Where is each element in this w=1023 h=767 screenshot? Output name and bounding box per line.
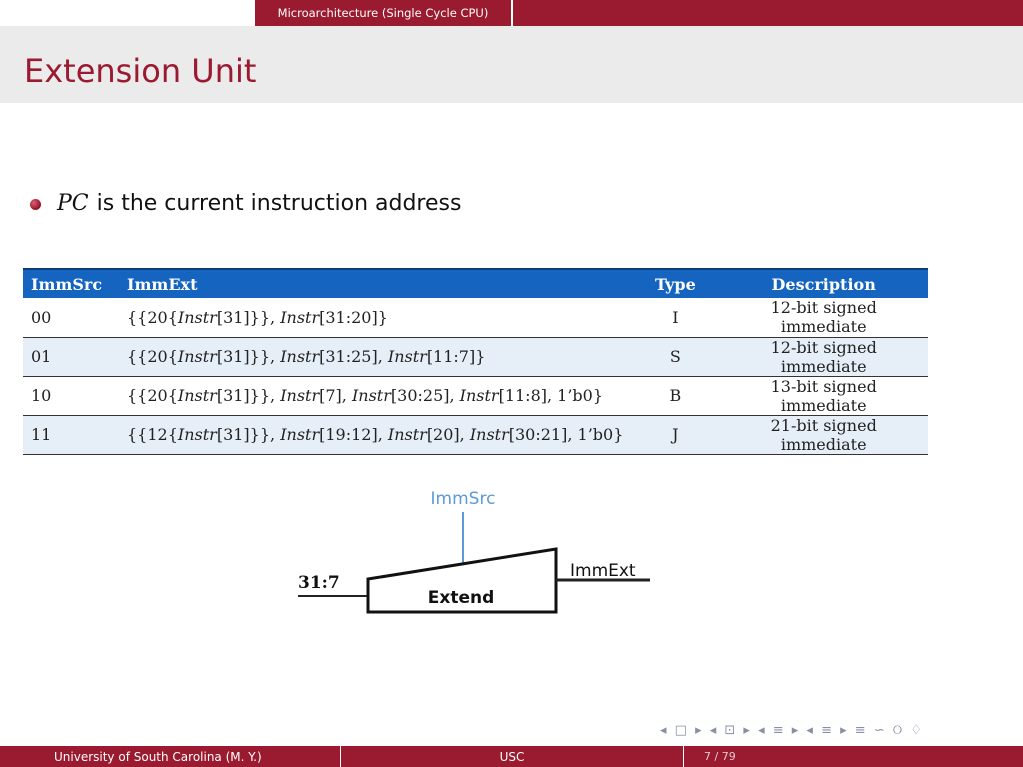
diagram-control-label: ImmSrc bbox=[431, 489, 496, 509]
frame-title-bar: Extension Unit bbox=[0, 26, 1023, 103]
diagram-input-label: 31:7 bbox=[298, 573, 340, 593]
cell-type: S bbox=[631, 337, 720, 377]
immext-segment: Instr bbox=[469, 425, 509, 444]
immext-segment: [30:25], bbox=[390, 386, 460, 405]
immext-segment: Instr bbox=[280, 347, 320, 366]
immext-segment: Instr bbox=[387, 347, 427, 366]
header-section-title[interactable]: Microarchitecture (Single Cycle CPU) bbox=[255, 0, 511, 26]
cell-description: 12-bit signed immediate bbox=[719, 298, 928, 338]
cell-immsrc: 11 bbox=[23, 415, 119, 455]
footer-institution[interactable]: USC bbox=[341, 746, 683, 767]
col-header-immext: ImmExt bbox=[119, 268, 632, 298]
beamer-navigation-icons[interactable]: ◂ □ ▸ ◂ ⊡ ▸ ◂ ≡ ▸ ◂ ≡ ▸ ≡ ∽ ୦ ♢ bbox=[660, 723, 924, 738]
table-row: 01 {{20{Instr[31]}}, Instr[31:25], Instr[… bbox=[23, 337, 928, 377]
immext-segment: [19:12], bbox=[319, 425, 388, 444]
immsrc-table: ImmSrc ImmExt Type Description 00 {{20{In… bbox=[23, 268, 928, 455]
immext-segment: Instr bbox=[387, 425, 427, 444]
immext-segment: Instr bbox=[351, 386, 391, 405]
immext-segment: [11:7]} bbox=[426, 347, 486, 366]
immext-segment: [31]}}, bbox=[216, 425, 281, 444]
immext-segment: [30:21], 1’b0} bbox=[508, 425, 624, 444]
col-header-immsrc: ImmSrc bbox=[23, 268, 119, 298]
immext-segment: [7], bbox=[319, 386, 352, 405]
header-right-blank bbox=[513, 0, 1023, 26]
immext-segment: Instr bbox=[280, 307, 320, 327]
cell-immsrc: 01 bbox=[23, 337, 119, 377]
cell-type: J bbox=[631, 415, 720, 455]
bullet-ball-icon bbox=[30, 199, 41, 210]
cell-immsrc: 00 bbox=[23, 298, 119, 338]
cell-immext: {{12{Instr[31]}}, Instr[19:12], Instr[20… bbox=[119, 415, 632, 455]
immext-segment: {{20{ bbox=[127, 347, 178, 366]
table-header-row: ImmSrc ImmExt Type Description bbox=[23, 268, 928, 298]
immext-segment: Instr bbox=[459, 386, 499, 405]
cell-type: B bbox=[631, 376, 720, 416]
cell-description: 13-bit signed immediate bbox=[719, 376, 928, 416]
col-header-description: Description bbox=[719, 268, 928, 298]
immext-segment: [11:8], 1’b0} bbox=[498, 386, 604, 405]
table-row: 00 {{20{Instr[31]}}, Instr[31:20]} I 12-bit… bbox=[23, 298, 928, 338]
cell-immext: {{20{Instr[31]}}, Instr[31:25], Instr[11… bbox=[119, 337, 632, 377]
bullet-text: is the current instruction address bbox=[96, 191, 462, 216]
immext-segment: Instr bbox=[177, 307, 217, 327]
diagram-output-label: ImmExt bbox=[570, 561, 636, 581]
immext-segment: [20], bbox=[426, 425, 470, 444]
cell-immsrc: 10 bbox=[23, 376, 119, 416]
col-header-type: Type bbox=[631, 268, 720, 298]
cell-immext: {{20{Instr[31]}}, Instr[31:20]} bbox=[119, 298, 632, 338]
table-row: 10 {{20{Instr[31]}}, Instr[7], Instr[30:2… bbox=[23, 376, 928, 416]
slide-title: Extension Unit bbox=[24, 52, 257, 90]
bullet-variable: PC bbox=[57, 191, 89, 216]
immext-segment: [31:25], bbox=[319, 347, 388, 366]
header-left-blank bbox=[0, 0, 255, 26]
cell-type: I bbox=[631, 298, 720, 338]
immext-segment: Instr bbox=[280, 425, 320, 444]
diagram-block-label: Extend bbox=[428, 588, 495, 608]
top-header-bar: Microarchitecture (Single Cycle CPU) bbox=[0, 0, 1023, 26]
bullet-item: PC is the current instruction address bbox=[30, 191, 461, 216]
immext-segment: [31]}}, bbox=[216, 307, 281, 327]
footer-page-number: 7 / 79 bbox=[684, 746, 1023, 767]
immext-segment: [31]}}, bbox=[216, 347, 281, 366]
immext-segment: {{12{ bbox=[127, 425, 178, 444]
cell-immext: {{20{Instr[31]}}, Instr[7], Instr[30:25]… bbox=[119, 376, 632, 416]
cell-description: 21-bit signed immediate bbox=[719, 415, 928, 455]
immext-segment: Instr bbox=[177, 347, 217, 366]
immext-segment: Instr bbox=[177, 386, 217, 405]
cell-description: 12-bit signed immediate bbox=[719, 337, 928, 377]
table-row: 11 {{12{Instr[31]}}, Instr[19:12], Instr[… bbox=[23, 415, 928, 455]
footer-author[interactable]: University of South Carolina (M. Y.) bbox=[0, 746, 340, 767]
immext-segment: Instr bbox=[177, 425, 217, 444]
footer-bar: University of South Carolina (M. Y.) USC… bbox=[0, 746, 1023, 767]
immext-segment: {{20{ bbox=[127, 386, 178, 405]
immext-segment: {{20{ bbox=[127, 307, 178, 327]
immext-segment: [31:20]} bbox=[319, 307, 388, 327]
table-body: 00 {{20{Instr[31]}}, Instr[31:20]} I 12-bit… bbox=[23, 298, 928, 455]
immext-segment: Instr bbox=[280, 386, 320, 405]
extend-unit-diagram: ImmSrc 31:7 Extend ImmExt bbox=[298, 489, 650, 614]
immext-segment: [31]}}, bbox=[216, 386, 281, 405]
